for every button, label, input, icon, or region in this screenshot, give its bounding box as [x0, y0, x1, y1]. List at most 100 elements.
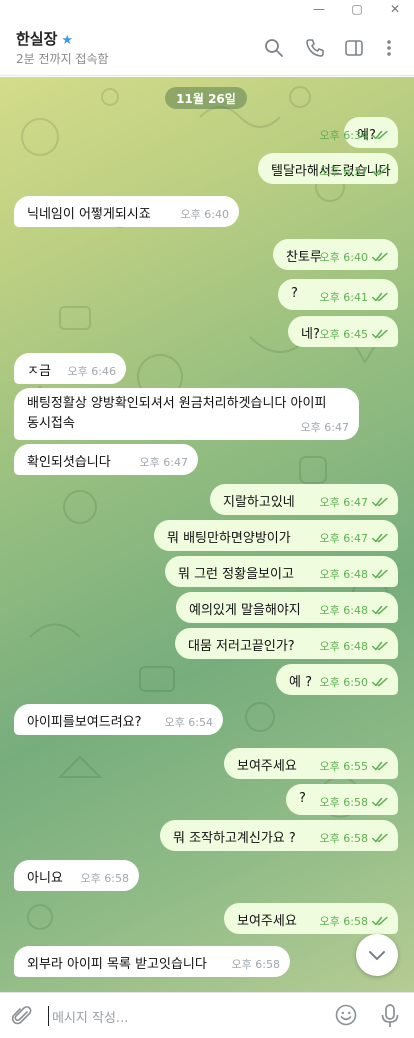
more-vertical-icon[interactable]	[378, 37, 400, 59]
message-time: 오후 6:58	[319, 796, 368, 809]
message-meta: 오후 6:46	[68, 363, 116, 379]
message-time: 오후 6:50	[319, 676, 368, 689]
message-time: 오후 6:41	[319, 291, 368, 304]
read-receipt-icon	[372, 292, 388, 302]
message-text: 네?	[301, 327, 320, 342]
read-receipt-icon	[372, 166, 388, 176]
message-meta: 오후 6:48	[320, 638, 388, 654]
message-text: 찬토루	[286, 250, 322, 265]
message-time: 오후 6:45	[319, 328, 368, 341]
message-meta: 오후 6:47	[320, 530, 388, 546]
read-receipt-icon	[372, 252, 388, 262]
message-text: 뭐 조작하고계신가요 ?	[173, 831, 296, 846]
window-titlebar: — ▢ ✕	[0, 0, 414, 18]
read-receipt-icon	[372, 533, 388, 543]
outgoing-message[interactable]: 예? 오후 6:34	[320, 117, 398, 148]
outgoing-message[interactable]: 뭐 그런 정황을보이고 오후 6:48	[165, 556, 398, 587]
message-meta: 오후 6:54	[165, 714, 213, 730]
message-time: 오후 6:47	[139, 456, 188, 469]
read-receipt-icon	[372, 329, 388, 339]
message-text: 아니요	[27, 871, 63, 886]
incoming-message[interactable]: 아이피를보여드려요? 오후 6:54	[14, 704, 223, 735]
message-text: 뭐 배팅만하면양방이가	[167, 531, 291, 546]
read-receipt-icon	[372, 569, 388, 579]
message-meta: 오후 6:58	[232, 956, 280, 972]
minimize-button[interactable]: —	[300, 0, 338, 18]
microphone-icon[interactable]	[378, 1003, 402, 1029]
message-composer: 메시지 작성...	[0, 992, 414, 1038]
incoming-message[interactable]: 외부라 아이피 목록 받고잇습니다 오후 6:58	[14, 946, 290, 977]
incoming-message[interactable]: 배팅정활상 양방확인되셔서 원금처리하겟습니다 아이피 동시접속 오후 6:47	[14, 388, 359, 440]
message-text: 예 ?	[289, 675, 312, 690]
message-meta: 오후 6:58	[320, 830, 388, 846]
message-meta: 오후 6:55	[320, 758, 388, 774]
message-time: 오후 6:55	[319, 760, 368, 773]
message-text: 확인되셧습니다	[27, 455, 111, 470]
outgoing-message[interactable]: 지랄하고있네 오후 6:47	[210, 484, 398, 515]
chat-title[interactable]: 한실장 ★	[16, 28, 73, 49]
message-time: 오후 6:37	[319, 165, 368, 178]
chat-title-text: 한실장	[16, 30, 58, 48]
read-receipt-icon	[372, 797, 388, 807]
outgoing-message[interactable]: 뭐 조작하고계신가요 ? 오후 6:58	[160, 820, 398, 851]
read-receipt-icon	[372, 677, 388, 687]
message-time: 오후 6:40	[319, 251, 368, 264]
outgoing-message[interactable]: ? 오후 6:41	[278, 279, 398, 310]
message-text: 아이피를보여드려요?	[27, 715, 142, 730]
scroll-to-bottom-button[interactable]	[356, 934, 398, 976]
message-meta: 오후 6:58	[320, 913, 388, 929]
outgoing-message[interactable]: 대뭄 저러고끝인가? 오후 6:48	[175, 628, 398, 659]
message-time: 오후 6:40	[180, 208, 229, 221]
incoming-message[interactable]: 확인되셧습니다 오후 6:47	[14, 444, 198, 475]
message-time: 오후 6:58	[80, 872, 129, 885]
message-meta: 오후 6:37	[320, 163, 388, 179]
outgoing-message[interactable]: 예의있게 말을해야지 오후 6:48	[176, 592, 398, 623]
outgoing-message[interactable]: 찬토루 오후 6:40	[273, 239, 398, 270]
read-receipt-icon	[372, 130, 388, 140]
message-meta: 오후 6:47	[320, 494, 388, 510]
message-text: ㅈ금	[27, 364, 51, 379]
incoming-message[interactable]: ㅈ금 오후 6:46	[14, 353, 126, 384]
message-time: 오후 6:34	[319, 129, 368, 142]
outgoing-message[interactable]: 네? 오후 6:45	[288, 316, 398, 347]
message-meta: 오후 6:58	[320, 794, 388, 810]
message-meta: 오후 6:45	[320, 326, 388, 342]
message-time: 오후 6:58	[319, 832, 368, 845]
message-meta: 오후 6:47	[301, 419, 349, 435]
message-time: 오후 6:48	[319, 568, 368, 581]
close-button[interactable]: ✕	[376, 0, 414, 18]
outgoing-message[interactable]: ? 오후 6:58	[286, 784, 398, 815]
emoji-icon[interactable]	[334, 1003, 358, 1027]
outgoing-message[interactable]: 뭐 배팅만하면양방이가 오후 6:47	[154, 520, 398, 551]
incoming-message[interactable]: 아니요 오후 6:58	[14, 860, 139, 891]
message-text: 배팅정활상 양방확인되셔서 원금처리하겟습니다 아이피 동시접속	[27, 396, 327, 431]
outgoing-message[interactable]: 텔달라해서드렸습니다 오후 6:37	[258, 153, 398, 184]
read-receipt-icon	[372, 833, 388, 843]
outgoing-message[interactable]: 보여주세요 오후 6:58	[224, 903, 398, 934]
message-list[interactable]: 11월 26일 예? 오후 6:34 텔달라해서드렸습니다 오후 6:37 닉네임이 어…	[0, 77, 414, 992]
message-text: 대뭄 저러고끝인가?	[188, 639, 295, 654]
read-receipt-icon	[372, 641, 388, 651]
maximize-button[interactable]: ▢	[338, 0, 376, 18]
message-input[interactable]: 메시지 작성...	[52, 1007, 128, 1026]
star-icon: ★	[61, 33, 74, 48]
message-time: 오후 6:58	[231, 958, 280, 971]
message-time: 오후 6:48	[319, 640, 368, 653]
message-meta: 오후 6:50	[320, 674, 388, 690]
outgoing-message[interactable]: 예 ? 오후 6:50	[276, 664, 398, 695]
sidebar-toggle-icon[interactable]	[343, 37, 365, 59]
message-text: 보여주세요	[237, 914, 297, 929]
message-text: 닉네임이 어쩧게되시죠	[27, 207, 151, 222]
message-text: 뭐 그런 정황을보이고	[178, 567, 294, 582]
incoming-message[interactable]: 닉네임이 어쩧게되시죠 오후 6:40	[14, 196, 239, 227]
phone-icon[interactable]	[304, 37, 326, 59]
message-time: 오후 6:54	[164, 716, 213, 729]
outgoing-message[interactable]: 보여주세요 오후 6:55	[224, 748, 398, 779]
search-icon[interactable]	[263, 37, 285, 59]
attach-icon[interactable]	[10, 1004, 34, 1028]
message-text: 지랄하고있네	[223, 495, 295, 510]
message-meta: 오후 6:34	[320, 127, 388, 143]
text-cursor	[48, 1006, 49, 1026]
message-meta: 오후 6:40	[181, 206, 229, 222]
chevron-down-icon	[369, 951, 385, 960]
